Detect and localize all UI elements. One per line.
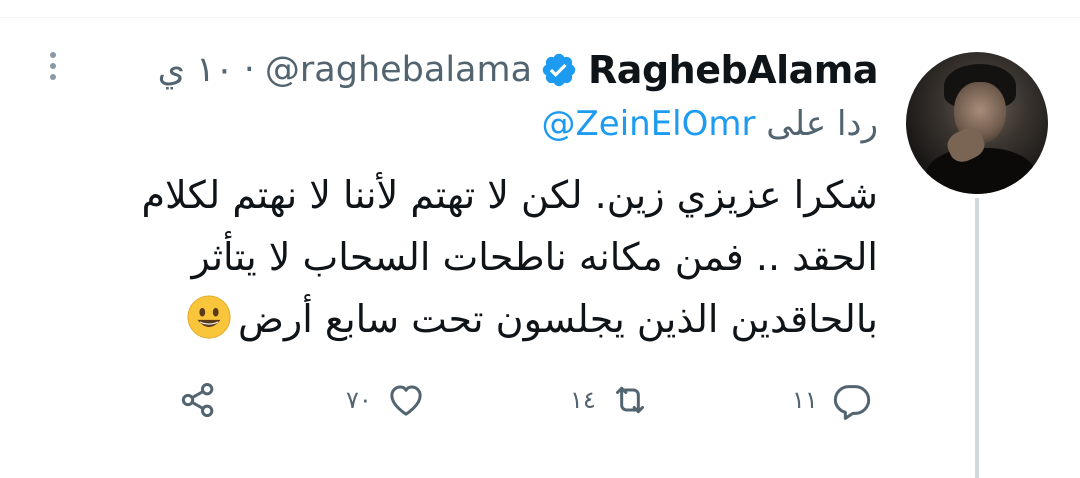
grinning-face-emoji (187, 295, 231, 339)
avatar-body (926, 148, 1036, 194)
thread-line (975, 198, 979, 478)
top-divider (0, 17, 1080, 18)
display-name[interactable]: RaghebAlama (588, 48, 878, 92)
reply-prefix: ردا على (766, 104, 878, 144)
share-action[interactable] (178, 378, 218, 422)
like-action[interactable]: ٧٠ (346, 378, 426, 422)
more-dots-icon[interactable] (46, 52, 60, 86)
handle[interactable]: @raghebalama (265, 50, 532, 90)
share-icon[interactable] (178, 380, 218, 420)
reply-context: ردا على @ZeinElOmr (541, 104, 878, 156)
reply-action[interactable]: ١١ (792, 378, 872, 422)
avatar[interactable] (906, 52, 1048, 194)
reply-icon[interactable] (832, 380, 872, 420)
tweet-text: شكرا عزيزي زين. لكن لا تهتم لأننا لا نهت… (118, 164, 878, 350)
tweet-text-body: شكرا عزيزي زين. لكن لا تهتم لأننا لا نهت… (141, 173, 878, 341)
separator: · (243, 50, 255, 90)
action-bar: ١١ ١٤ ٧٠ (0, 378, 1080, 428)
heart-icon[interactable] (386, 380, 426, 420)
reply-mention[interactable]: @ZeinElOmr (541, 104, 755, 144)
timestamp[interactable]: ١٠ ي (158, 50, 234, 90)
verified-badge-icon (542, 53, 576, 87)
like-count: ٧٠ (346, 386, 372, 414)
tweet-header: RaghebAlama @raghebalama · ١٠ ي (158, 44, 879, 96)
retweet-count: ١٤ (570, 386, 596, 414)
reply-count: ١١ (792, 386, 818, 414)
retweet-action[interactable]: ١٤ (570, 378, 650, 422)
retweet-icon[interactable] (610, 380, 650, 420)
